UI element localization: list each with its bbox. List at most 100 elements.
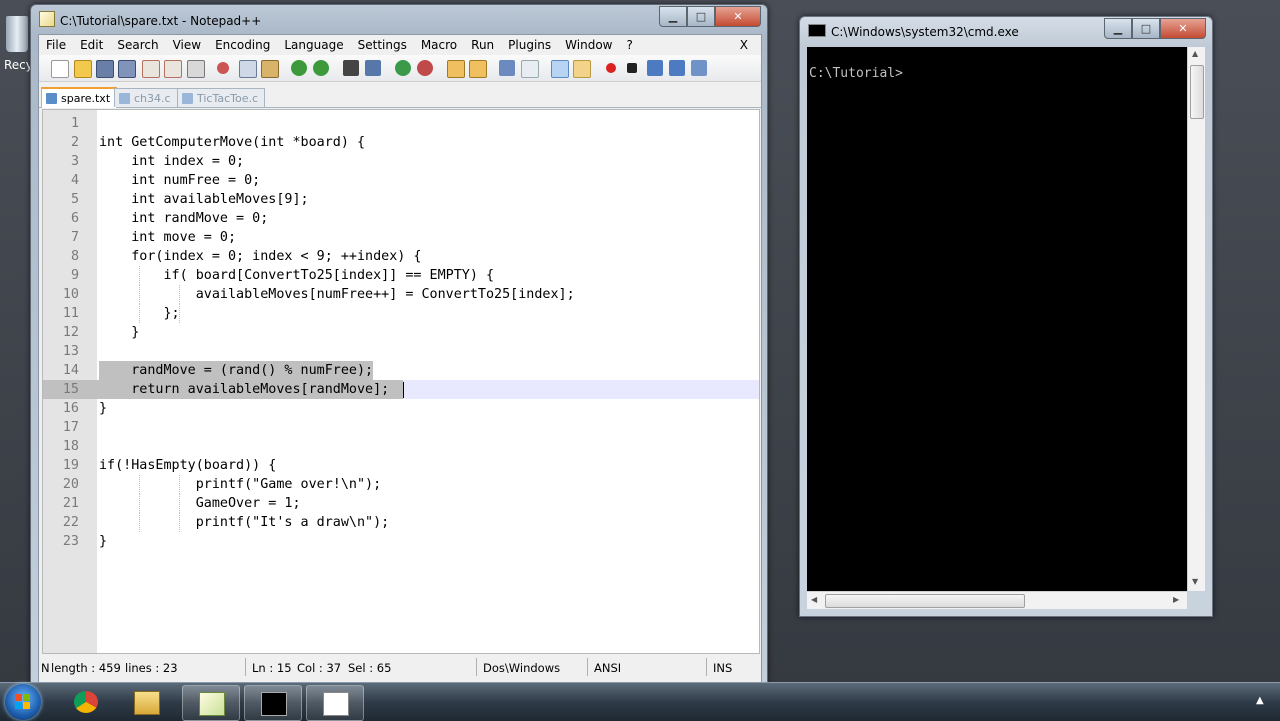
code-text: int randMove = 0;	[99, 211, 269, 226]
code-line[interactable]: 13	[43, 342, 759, 361]
replace-icon[interactable]	[365, 60, 381, 76]
code-line[interactable]: 5 int availableMoves[9];	[43, 190, 759, 209]
scroll-left-arrow-icon[interactable]: ◀	[811, 595, 817, 604]
start-button[interactable]	[5, 684, 41, 720]
show-hidden-icons-arrow[interactable]: ▲	[1256, 695, 1268, 707]
status-bar: N length : 459 lines : 23 Ln : 15 Col : …	[39, 655, 761, 679]
line-number: 20	[62, 477, 79, 492]
tab-tictactoe-c[interactable]: TicTacToe.c	[177, 88, 266, 107]
code-line[interactable]: 21 GameOver = 1;	[43, 494, 759, 513]
code-line[interactable]: 7 int move = 0;	[43, 228, 759, 247]
vertical-scroll-thumb[interactable]	[1190, 65, 1204, 119]
code-line[interactable]: 10 availableMoves[numFree++] = ConvertTo…	[43, 285, 759, 304]
close-all-icon[interactable]	[164, 60, 182, 78]
taskbar-cmd[interactable]	[244, 685, 302, 721]
code-line[interactable]: 22 printf("It's a draw\n");	[43, 513, 759, 532]
code-line[interactable]: 19 if(!HasEmpty(board)) {	[43, 456, 759, 475]
menu-view[interactable]: View	[166, 38, 208, 52]
scroll-up-arrow-icon[interactable]: ▲	[1192, 49, 1198, 58]
code-line[interactable]: 18	[43, 437, 759, 456]
record-macro-icon[interactable]	[606, 63, 616, 73]
menu-macro[interactable]: Macro	[414, 38, 464, 52]
playback-icon[interactable]	[647, 60, 663, 76]
horizontal-scroll-thumb[interactable]	[825, 594, 1025, 608]
redo-icon[interactable]	[313, 60, 329, 76]
cmd-icon	[808, 24, 826, 37]
recycle-bin-shortcut[interactable]: Recy	[0, 10, 33, 80]
text-caret	[403, 382, 404, 398]
minimize-button[interactable]: ▁	[659, 6, 687, 27]
maximize-button[interactable]: □	[687, 6, 715, 27]
vertical-scrollbar[interactable]: ▲ ▼	[1187, 47, 1205, 591]
menu-window[interactable]: Window	[558, 38, 619, 52]
code-line[interactable]: 3 int index = 0;	[43, 152, 759, 171]
code-text: }	[99, 401, 108, 416]
tab-ch34-c[interactable]: ch34.c	[114, 88, 178, 107]
line-number: 13	[62, 344, 79, 359]
console-output[interactable]: C:\Tutorial>	[807, 47, 1187, 591]
code-line[interactable]: 12 }	[43, 323, 759, 342]
close-document-button[interactable]: X	[733, 38, 755, 52]
sync-vertical-icon[interactable]	[447, 60, 465, 78]
zoom-out-icon[interactable]	[417, 60, 433, 76]
menu-language[interactable]: Language	[277, 38, 350, 52]
menu-settings[interactable]: Settings	[351, 38, 414, 52]
open-file-icon[interactable]	[74, 60, 92, 78]
menu-encoding[interactable]: Encoding	[208, 38, 277, 52]
zoom-in-icon[interactable]	[395, 60, 411, 76]
code-line[interactable]: 2 int GetComputerMove(int *board) {	[43, 133, 759, 152]
status-insert-mode: INS	[713, 661, 733, 675]
cut-icon[interactable]	[217, 62, 229, 74]
code-line[interactable]: 23}	[43, 532, 759, 551]
code-line[interactable]: 9 if( board[ConvertTo25[index]] == EMPTY…	[43, 266, 759, 285]
close-file-icon[interactable]	[142, 60, 160, 78]
taskbar-chrome[interactable]	[58, 685, 114, 719]
find-icon[interactable]	[343, 60, 359, 76]
new-file-icon[interactable]	[51, 60, 69, 78]
save-macro-icon[interactable]	[691, 60, 707, 76]
taskbar-notepadpp[interactable]	[182, 685, 240, 721]
code-line[interactable]: 17	[43, 418, 759, 437]
cmd-minimize-button[interactable]: ▁	[1104, 18, 1132, 39]
run-macro-multiple-icon[interactable]	[669, 60, 685, 76]
code-line[interactable]: 15 return availableMoves[randMove];	[43, 380, 759, 399]
taskbar-explorer[interactable]	[118, 685, 174, 719]
menu-run[interactable]: Run	[464, 38, 501, 52]
cmd-close-button[interactable]: ✕	[1160, 18, 1206, 39]
menu-plugins[interactable]: Plugins	[501, 38, 558, 52]
tab-spare-txt[interactable]: spare.txt	[41, 87, 118, 108]
code-line[interactable]: 14 randMove = (rand() % numFree);	[43, 361, 759, 380]
code-line[interactable]: 20 printf("Game over!\n");	[43, 475, 759, 494]
menu-search[interactable]: Search	[110, 38, 165, 52]
code-line[interactable]: 4 int numFree = 0;	[43, 171, 759, 190]
code-line[interactable]: 11 };	[43, 304, 759, 323]
save-all-icon[interactable]	[118, 60, 136, 78]
line-number: 9	[70, 268, 79, 283]
sync-horizontal-icon[interactable]	[469, 60, 487, 78]
close-button[interactable]: ✕	[715, 6, 761, 27]
menu-edit[interactable]: Edit	[73, 38, 110, 52]
menu-file[interactable]: File	[39, 38, 73, 52]
paste-icon[interactable]	[261, 60, 279, 78]
copy-icon[interactable]	[239, 60, 257, 78]
stop-recording-icon[interactable]	[627, 63, 637, 73]
word-wrap-icon[interactable]	[499, 60, 515, 76]
cmd-maximize-button[interactable]: □	[1132, 18, 1160, 39]
user-language-icon[interactable]	[573, 60, 591, 78]
code-line[interactable]: 6 int randMove = 0;	[43, 209, 759, 228]
menu-help[interactable]: ?	[619, 38, 639, 52]
document-tab-bar: spare.txt ch34.c TicTacToe.c	[39, 83, 761, 108]
taskbar-app[interactable]	[306, 685, 364, 721]
undo-icon[interactable]	[291, 60, 307, 76]
print-icon[interactable]	[187, 60, 205, 78]
indent-guide-icon[interactable]	[551, 60, 569, 78]
horizontal-scrollbar[interactable]: ◀ ▶	[807, 591, 1187, 609]
code-line[interactable]: 8 for(index = 0; index < 9; ++index) {	[43, 247, 759, 266]
code-line[interactable]: 1	[43, 114, 759, 133]
save-icon[interactable]	[96, 60, 114, 78]
code-editor[interactable]: 1 2 int GetComputerMove(int *board) {3 int…	[42, 109, 760, 654]
scroll-right-arrow-icon[interactable]: ▶	[1173, 595, 1179, 604]
scroll-down-arrow-icon[interactable]: ▼	[1192, 577, 1198, 586]
show-all-characters-icon[interactable]	[521, 60, 539, 78]
code-line[interactable]: 16}	[43, 399, 759, 418]
